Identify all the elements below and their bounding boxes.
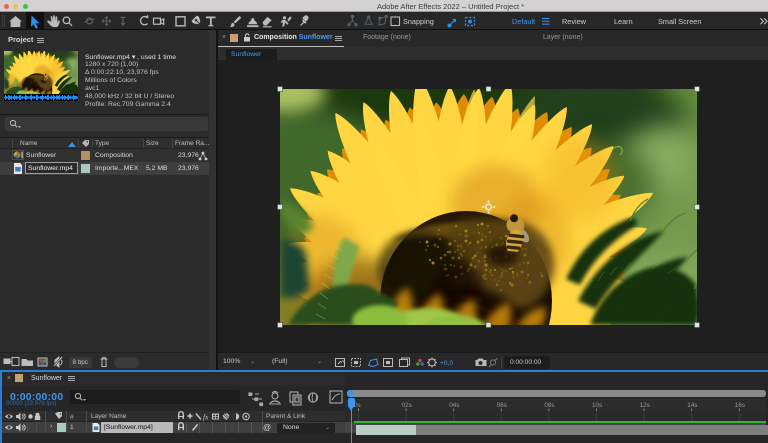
svg-text:fx: fx <box>203 413 209 422</box>
svg-text:10s: 10s <box>592 402 602 409</box>
svg-text:12s: 12s <box>640 402 650 409</box>
svg-text:Review: Review <box>562 17 587 26</box>
svg-text:Snapping: Snapping <box>403 17 434 26</box>
svg-text:#: # <box>70 414 74 421</box>
svg-text:02s: 02s <box>402 402 412 409</box>
svg-text:Learn: Learn <box>614 17 633 26</box>
svg-text:06s: 06s <box>497 402 507 409</box>
svg-text:16s: 16s <box>735 402 745 409</box>
svg-text:14s: 14s <box>687 402 697 409</box>
svg-text:08s: 08s <box>544 402 554 409</box>
svg-text:Default: Default <box>512 17 535 26</box>
svg-text:+0,0: +0,0 <box>440 360 453 367</box>
svg-text:04s: 04s <box>449 402 459 409</box>
svg-text:Small Screen: Small Screen <box>658 17 701 26</box>
